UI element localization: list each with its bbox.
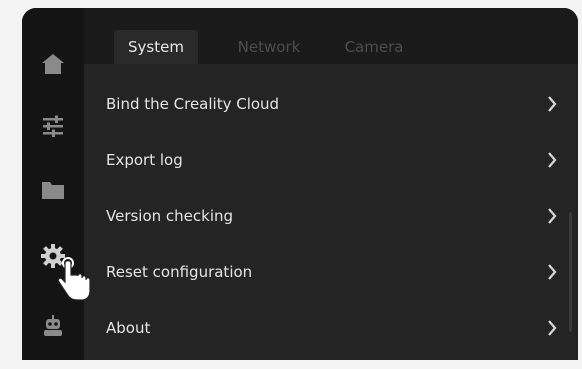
tab-bar: System Network Camera	[84, 8, 578, 64]
home-icon	[42, 54, 64, 74]
sidebar-item-files[interactable]	[22, 166, 84, 214]
printer-screen: System Network Camera Bind the Creality …	[22, 8, 578, 360]
chevron-right-icon	[548, 264, 557, 280]
sidebar-item-home[interactable]	[22, 40, 84, 88]
hand-pointer-icon	[57, 257, 91, 301]
sidebar-item-controls[interactable]	[22, 102, 84, 150]
sidebar	[22, 8, 84, 360]
scrollbar[interactable]	[569, 212, 572, 332]
menu-item-bind-cloud[interactable]: Bind the Creality Cloud	[84, 78, 578, 130]
robot-icon	[44, 315, 62, 336]
menu-item-export-log[interactable]: Export log	[84, 134, 578, 186]
tab-network[interactable]: Network	[224, 30, 314, 64]
sidebar-item-robot[interactable]	[22, 302, 84, 350]
menu-item-reset-configuration[interactable]: Reset configuration	[84, 246, 578, 298]
menu-item-about[interactable]: About	[84, 302, 578, 354]
chevron-right-icon	[548, 320, 557, 336]
folder-icon	[42, 182, 64, 199]
settings-list: Bind the Creality Cloud Export log Versi…	[84, 64, 578, 360]
menu-item-label: Bind the Creality Cloud	[106, 95, 280, 113]
chevron-right-icon	[548, 96, 557, 112]
chevron-right-icon	[548, 152, 557, 168]
tab-system[interactable]: System	[114, 30, 198, 64]
menu-item-label: About	[106, 319, 151, 337]
tab-camera[interactable]: Camera	[334, 30, 414, 64]
menu-item-label: Export log	[106, 151, 183, 169]
menu-item-version-checking[interactable]: Version checking	[84, 190, 578, 242]
menu-item-label: Reset configuration	[106, 263, 253, 281]
chevron-right-icon	[548, 208, 557, 224]
menu-item-label: Version checking	[106, 207, 234, 225]
sliders-icon	[43, 115, 63, 137]
